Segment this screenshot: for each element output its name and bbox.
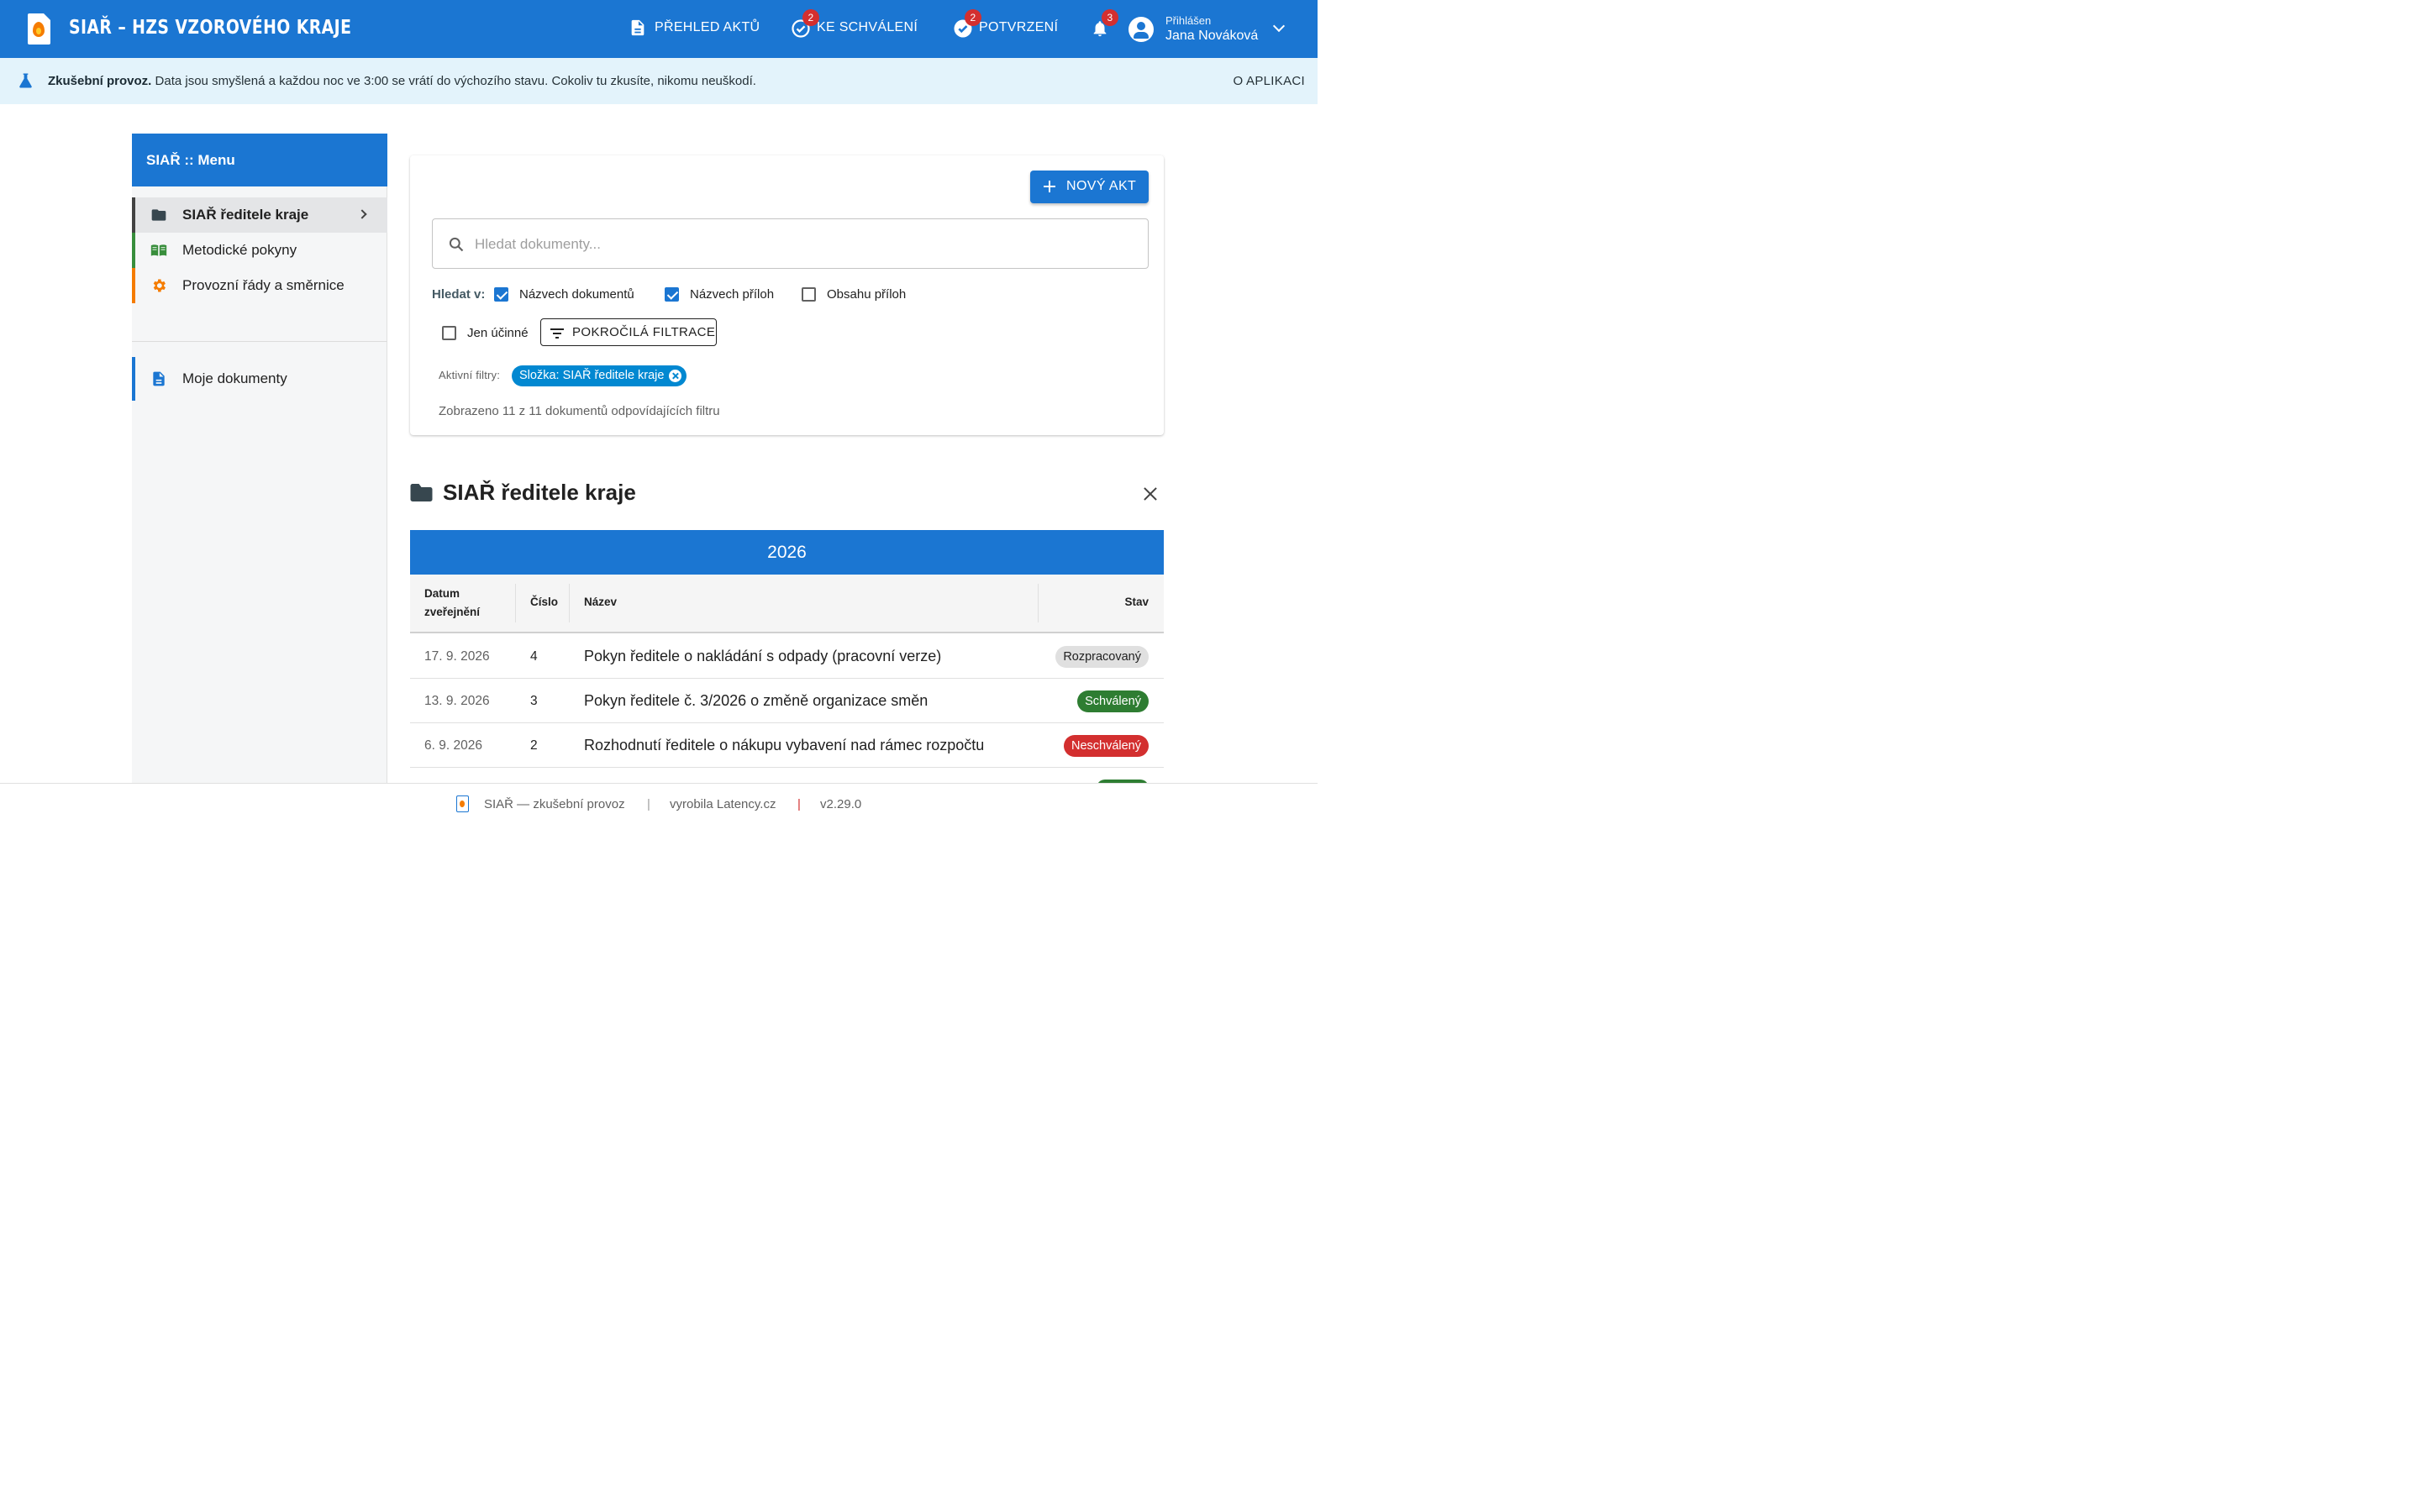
- active-filters-label: Aktivní filtry:: [439, 369, 501, 381]
- column-number[interactable]: Číslo: [530, 593, 558, 612]
- table-header: Datum zveřejnění Číslo Název Stav: [410, 575, 1164, 633]
- avatar: [1128, 17, 1154, 42]
- user-caption: Přihlášen: [1165, 14, 1212, 27]
- year-header: 2026: [410, 530, 1164, 575]
- search-card: NOVÝ AKT Hledat v: Názvech dokumentů Náz…: [410, 155, 1164, 435]
- row-number: 3: [530, 694, 538, 708]
- row-title[interactable]: Pokyn ředitele o nakládání s odpady (pra…: [584, 648, 941, 665]
- gear-icon: [153, 279, 166, 292]
- checkbox-unchecked[interactable]: [802, 287, 816, 302]
- nav-overview-label: PŘEHLED AKTŮ: [655, 20, 760, 34]
- sidebar: SIAŘ :: Menu SIAŘ ředitele kraje Metodic…: [132, 134, 387, 823]
- chevron-down-icon[interactable]: [1272, 19, 1286, 33]
- active-filter-chip[interactable]: Složka: SIAŘ ředitele kraje: [512, 365, 687, 386]
- to-approve-badge: 2: [802, 9, 819, 26]
- flask-icon: [19, 73, 32, 88]
- check-circle-icon: 2: [953, 9, 981, 38]
- remove-filter-icon[interactable]: [669, 370, 682, 382]
- sidebar-item-rules[interactable]: Provozní řády a směrnice: [132, 268, 387, 303]
- chevron-right-icon: [357, 209, 367, 219]
- sidebar-item-my-documents[interactable]: Moje dokumenty: [132, 357, 387, 401]
- search-field[interactable]: [432, 218, 1149, 269]
- sidebar-item-label: Moje dokumenty: [182, 370, 287, 386]
- row-title[interactable]: Pokyn ředitele č. 3/2026 o změně organiz…: [584, 692, 928, 710]
- nav-overview[interactable]: PŘEHLED AKTŮ: [629, 18, 760, 37]
- table-row[interactable]: 6. 9. 2026 2 Rozhodnutí ředitele o nákup…: [410, 723, 1164, 768]
- flame-icon: [33, 22, 45, 37]
- footer-separator: |: [647, 797, 650, 811]
- checkbox-checked[interactable]: [665, 287, 679, 302]
- table-row[interactable]: 17. 9. 2026 4 Pokyn ředitele o nakládání…: [410, 634, 1164, 679]
- checkbox-checked[interactable]: [494, 287, 508, 302]
- sidebar-item-label: Provozní řády a směrnice: [182, 277, 345, 293]
- status-badge: Schválený: [1077, 690, 1149, 712]
- sidebar-item-label: Metodické pokyny: [182, 242, 297, 258]
- app-logo-icon: [456, 795, 469, 812]
- table-row[interactable]: 13. 9. 2026 3 Pokyn ředitele č. 3/2026 o…: [410, 679, 1164, 723]
- footer-separator: |: [797, 797, 801, 811]
- banner-title: Zkušební provoz.: [48, 74, 152, 88]
- advanced-filter-button[interactable]: POKROČILÁ FILTRACE: [540, 318, 717, 346]
- nav-to-approve-label: KE SCHVÁLENÍ: [817, 20, 918, 34]
- row-number: 4: [530, 649, 538, 664]
- checkbox-attachment-names[interactable]: Názvech příloh: [665, 287, 774, 302]
- sidebar-item-director[interactable]: SIAŘ ředitele kraje: [132, 197, 387, 233]
- sidebar-item-label: SIAŘ ředitele kraje: [182, 207, 309, 223]
- app-page: SIAŘ – HZS VZOROVÉHO KRAJE PŘEHLED AKTŮ …: [0, 0, 1318, 823]
- top-app-bar: SIAŘ – HZS VZOROVÉHO KRAJE PŘEHLED AKTŮ …: [0, 0, 1318, 58]
- sidebar-title: SIAŘ :: Menu: [132, 134, 387, 186]
- document-icon: [629, 18, 647, 37]
- user-menu[interactable]: Přihlášen Jana Nováková: [1128, 13, 1297, 45]
- bell-icon: 3: [1091, 9, 1118, 37]
- folder-title: SIAŘ ředitele kraje: [443, 480, 636, 505]
- notifications-badge: 3: [1102, 9, 1118, 26]
- folder-icon: [410, 484, 433, 501]
- checkbox-document-names[interactable]: Názvech dokumentů: [494, 287, 634, 302]
- search-in-label: Hledat v:: [432, 287, 486, 302]
- checkbox-effective-only[interactable]: Jen účinné: [442, 326, 529, 340]
- footer-version: v2.29.0: [820, 797, 862, 811]
- checkbox-attachment-content[interactable]: Obsahu příloh: [802, 287, 906, 302]
- nav-confirmations[interactable]: 2 POTVRZENÍ: [953, 9, 1059, 38]
- column-name[interactable]: Název: [584, 593, 617, 612]
- footer-app: SIAŘ — zkušební provoz: [484, 797, 625, 811]
- row-date: 6. 9. 2026: [424, 738, 482, 753]
- row-date: 13. 9. 2026: [424, 694, 490, 708]
- banner-text: Zkušební provoz. Data jsou smyšlená a ka…: [48, 74, 756, 88]
- book-icon: [150, 244, 167, 256]
- row-title[interactable]: Rozhodnutí ředitele o nákupu vybavení na…: [584, 737, 984, 754]
- footer: SIAŘ — zkušební provoz | vyrobila Latenc…: [0, 783, 1318, 823]
- app-logo[interactable]: [28, 13, 50, 45]
- search-icon: [449, 237, 464, 252]
- trial-banner: Zkušební provoz. Data jsou smyšlená a ka…: [0, 58, 1318, 104]
- folder-icon: [151, 209, 166, 221]
- confirmations-badge: 2: [965, 9, 981, 26]
- plus-icon: [1044, 181, 1055, 192]
- status-badge: Neschválený: [1063, 735, 1149, 757]
- close-icon[interactable]: [1143, 486, 1158, 501]
- document-icon: [153, 371, 165, 386]
- row-date: 17. 9. 2026: [424, 649, 490, 664]
- check-circle-outline-icon: 2: [791, 9, 819, 38]
- sidebar-divider: [132, 341, 387, 342]
- column-status[interactable]: Stav: [1124, 593, 1149, 612]
- nav-to-approve[interactable]: 2 KE SCHVÁLENÍ: [791, 9, 918, 38]
- folder-header: SIAŘ ředitele kraje: [410, 480, 636, 506]
- sidebar-item-methodical[interactable]: Metodické pokyny: [132, 233, 387, 268]
- banner-message: Data jsou smyšlená a každou noc ve 3:00 …: [155, 74, 756, 88]
- column-date[interactable]: Datum zveřejnění: [424, 585, 480, 622]
- checkbox-unchecked[interactable]: [442, 326, 456, 340]
- nav-confirmations-label: POTVRZENÍ: [979, 20, 1059, 34]
- about-link[interactable]: O APLIKACI: [1233, 74, 1305, 88]
- status-badge: Rozpracovaný: [1055, 646, 1149, 668]
- search-input[interactable]: [475, 233, 1130, 256]
- footer-maker-link[interactable]: vyrobila Latency.cz: [670, 797, 776, 811]
- new-act-button[interactable]: NOVÝ AKT: [1030, 171, 1149, 203]
- user-name: Jana Nováková: [1165, 29, 1259, 43]
- result-count: Zobrazeno 11 z 11 dokumentů odpovídající…: [439, 404, 720, 418]
- filter-icon: [550, 328, 564, 339]
- row-number: 2: [530, 738, 538, 753]
- app-title[interactable]: SIAŘ – HZS VZOROVÉHO KRAJE: [69, 17, 351, 39]
- notifications-button[interactable]: 3: [1091, 9, 1118, 37]
